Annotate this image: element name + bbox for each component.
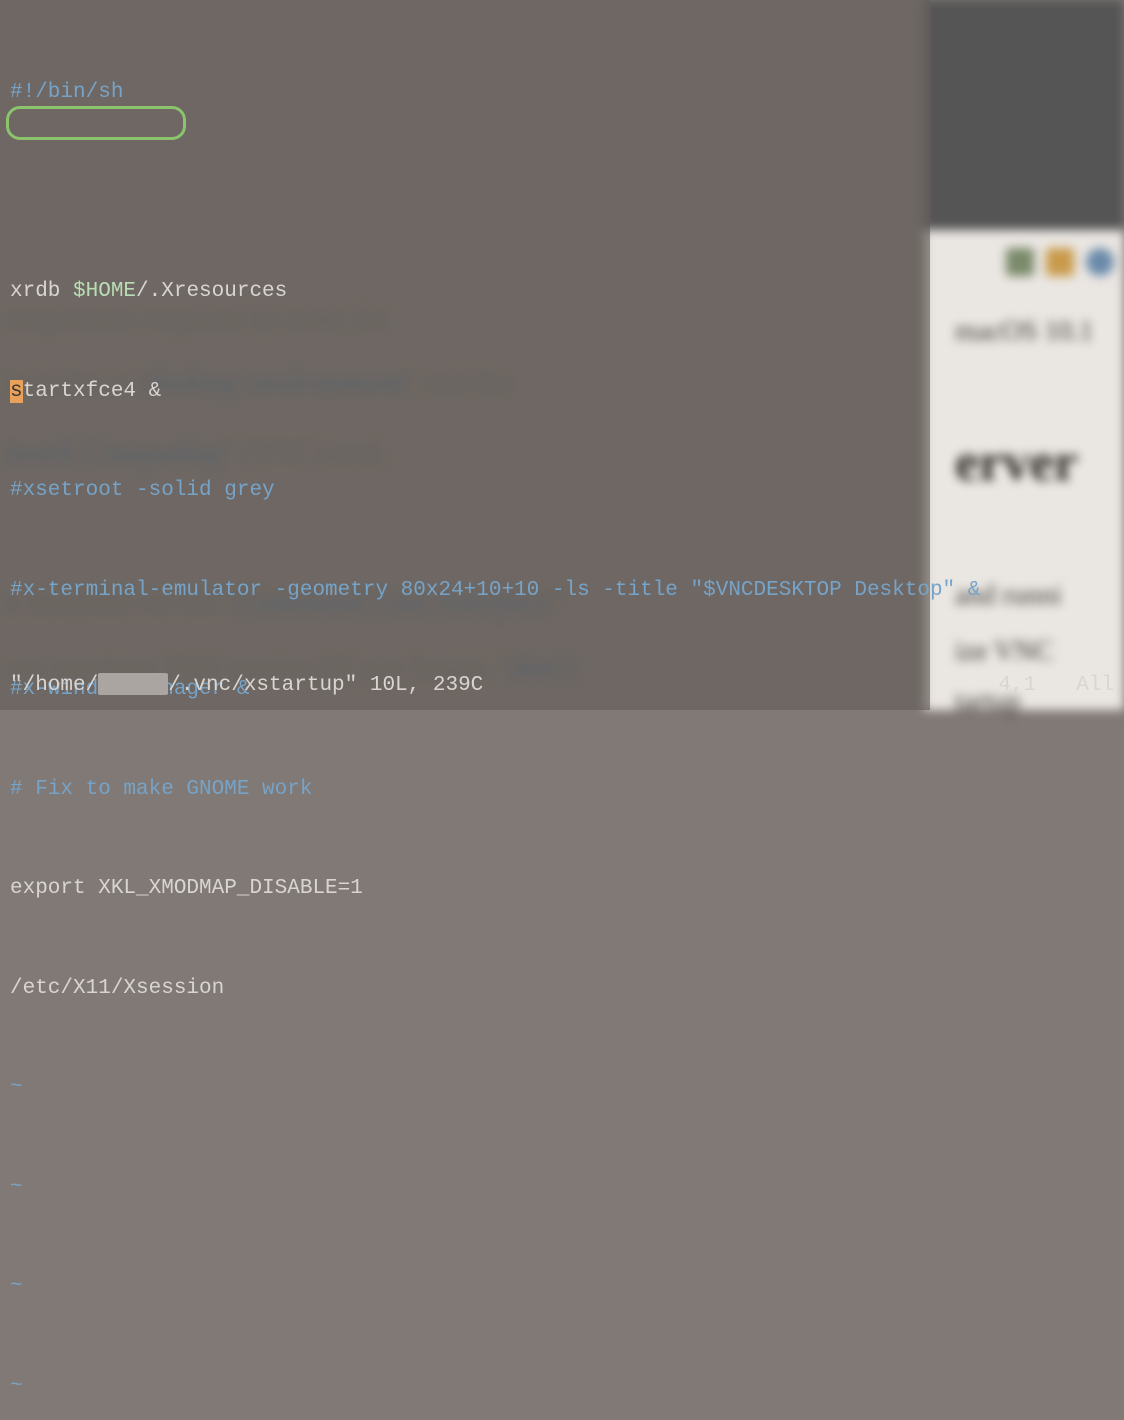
bg-icon-1 (1006, 248, 1034, 276)
bg-icon-3 (1086, 248, 1114, 276)
code-line-xterm: #x-terminal-emulator -geometry 80x24+10+… (10, 574, 980, 607)
editor-cursor: s (10, 380, 23, 403)
code-line-export: export XKL_XMODMAP_DISABLE=1 (10, 872, 980, 905)
tilde-line: ~ (10, 1370, 980, 1403)
tilde-line: ~ (10, 1071, 980, 1104)
tilde-line: ~ (10, 1171, 980, 1204)
bg-icon-row (1006, 248, 1114, 276)
env-variable-home: $HOME (73, 280, 136, 303)
vim-status-line: "/home//.vnc/xstartup" 10L, 239C 4,1 All (10, 669, 1114, 702)
code-line-startxfce: startxfce4 & (10, 375, 980, 408)
code-line-xrdb: xrdb $HOME/.Xresources (10, 275, 980, 308)
bg-icon-2 (1046, 248, 1074, 276)
status-cursor-position: 4,1 (998, 669, 1036, 702)
status-filename: "/home//.vnc/xstartup" 10L, 239C (10, 669, 483, 702)
tilde-line: ~ (10, 1270, 980, 1303)
code-line-blank (10, 176, 980, 209)
status-percent: All (1076, 669, 1114, 702)
code-line-xsetroot: #xsetroot -solid grey (10, 474, 980, 507)
editor-buffer[interactable]: #!/bin/sh xrdb $HOME/.Xresources startxf… (10, 10, 980, 1420)
code-line-xsession: /etc/X11/Xsession (10, 972, 980, 1005)
code-line-gnome-fix: # Fix to make GNOME work (10, 773, 980, 806)
code-line-shebang: #!/bin/sh (10, 76, 980, 109)
redacted-username (98, 673, 168, 695)
